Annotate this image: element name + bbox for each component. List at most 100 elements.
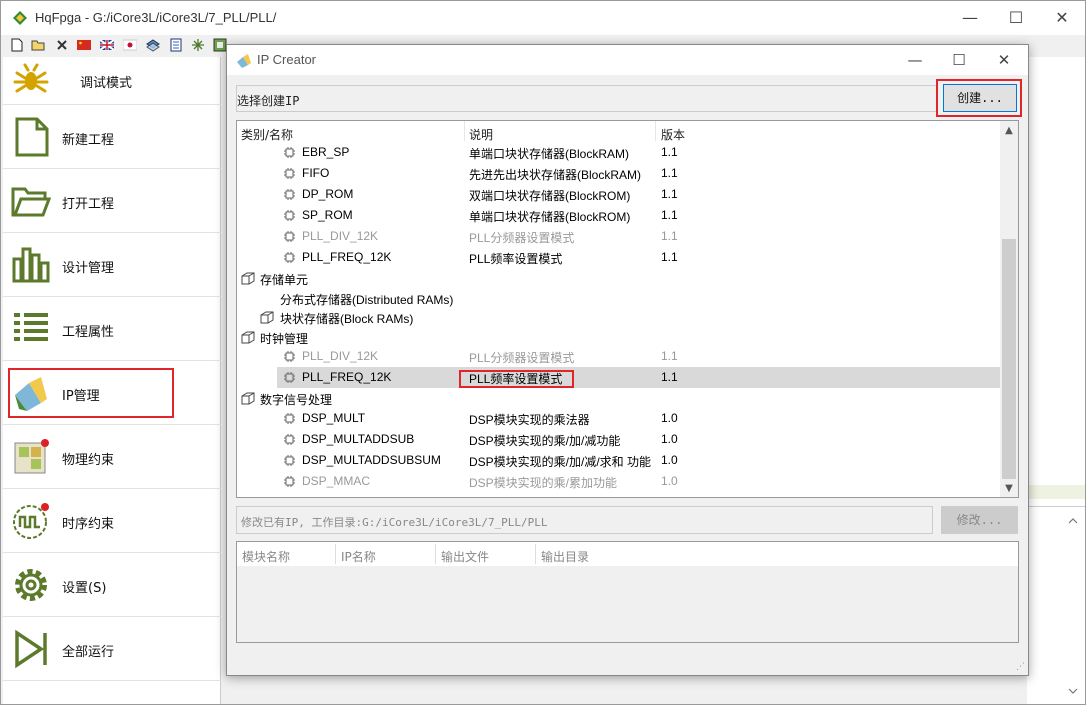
category-box-icon — [259, 310, 275, 325]
chip-icon — [283, 350, 296, 363]
minimize-button[interactable]: — — [947, 1, 993, 35]
scroll-thumb[interactable] — [1002, 239, 1016, 479]
ip-name: PLL_FREQ_12K — [302, 370, 392, 384]
ip-tree[interactable]: 类别/名称 说明 版本 EBR_SP 单端口块状存储器(BlockRAM) 1.1 F… — [236, 120, 1019, 498]
sidebar-item-label: 新建工程 — [62, 133, 115, 148]
ip-tree-category[interactable]: 时钟管理 — [237, 327, 1000, 346]
ip-version: 1.1 — [661, 229, 678, 243]
workspace-highlight-line — [1029, 485, 1085, 499]
column-header-module[interactable]: 模块名称 — [242, 548, 290, 565]
sidebar-item-label: 时序约束 — [62, 517, 115, 532]
ip-tree-row[interactable]: EBR_SP 单端口块状存储器(BlockRAM) 1.1 — [237, 142, 1000, 163]
sidebar-item-debug[interactable]: 调试模式 — [3, 57, 221, 105]
sidebar-item-timing-constraint[interactable]: 时序约束 — [3, 489, 221, 553]
document-icon[interactable] — [169, 38, 183, 52]
column-header-output-file[interactable]: 输出文件 — [441, 548, 489, 565]
chip-icon — [283, 454, 296, 467]
column-header-desc[interactable]: 说明 — [469, 126, 493, 143]
dialog-title: IP Creator — [257, 52, 317, 67]
debug-icon — [13, 63, 49, 93]
column-header-ip-name[interactable]: IP名称 — [341, 548, 376, 565]
window-title: HqFpga - G:/iCore3L/iCore3L/7_PLL/PLL/ — [35, 10, 277, 25]
ip-desc: DSP模块实现的乘/加/减功能 — [469, 433, 621, 448]
ip-name: SP_ROM — [302, 208, 353, 222]
ip-tree-category[interactable]: 存储单元 — [237, 268, 1000, 287]
ip-tree-row[interactable]: PLL_DIV_12K PLL分频器设置模式 1.1 — [237, 346, 1000, 367]
ip-tree-category[interactable]: 数字信号处理 — [237, 388, 1000, 407]
app-logo-icon — [13, 11, 27, 25]
sidebar-item-physical-constraint[interactable]: 物理约束 — [3, 425, 221, 489]
close-icon[interactable] — [55, 38, 69, 52]
column-separator — [435, 544, 436, 564]
category-box-icon — [240, 391, 256, 406]
ip-desc: 单端口块状存储器(BlockRAM) — [469, 147, 630, 161]
column-header-output-dir[interactable]: 输出目录 — [541, 548, 589, 565]
main-titlebar: HqFpga - G:/iCore3L/iCore3L/7_PLL/PLL/ —… — [1, 1, 1085, 35]
ip-tree-row[interactable]: DSP_MULT DSP模块实现的乘法器 1.0 — [237, 408, 1000, 429]
snowflake-icon[interactable] — [191, 38, 205, 52]
ip-tree-row[interactable]: PLL_FREQ_12K PLL频率设置模式 1.1 — [277, 367, 1000, 388]
flag-japan-icon[interactable] — [123, 38, 137, 52]
chip-icon — [283, 230, 296, 243]
ip-tree-row[interactable]: SP_ROM 单端口块状存储器(BlockROM) 1.1 — [237, 205, 1000, 226]
ip-name: FIFO — [302, 166, 330, 180]
chip-icon — [283, 412, 296, 425]
chip-icon[interactable] — [213, 38, 227, 52]
sidebar-item-design-manage[interactable]: 设计管理 — [3, 233, 221, 297]
dialog-titlebar: IP Creator — ☐ ✕ — [227, 45, 1028, 75]
toolbar — [1, 35, 231, 57]
ip-name: DSP_MULT — [302, 410, 366, 425]
sidebar-item-new-project[interactable]: 新建工程 — [3, 105, 221, 169]
ip-name: PLL_DIV_12K — [302, 349, 379, 363]
sidebar-item-open-project[interactable]: 打开工程 — [3, 169, 221, 233]
sidebar-item-label: 全部运行 — [62, 645, 115, 660]
create-button-highlight — [936, 79, 1022, 117]
dialog-maximize-button[interactable]: ☐ — [936, 45, 982, 75]
ip-desc: PLL分频器设置模式 — [469, 351, 575, 365]
chip-icon — [283, 188, 296, 201]
run-all-icon — [15, 629, 47, 669]
chip-icon — [283, 251, 296, 264]
new-project-icon — [15, 117, 49, 157]
subcategory-title: 块状存储器(Block RAMs) — [280, 312, 414, 326]
scroll-up-icon[interactable]: ▲ — [1000, 123, 1018, 139]
open-folder-icon[interactable] — [31, 38, 45, 52]
new-file-icon[interactable] — [10, 38, 24, 52]
category-box-icon — [240, 330, 256, 345]
dialog-minimize-button[interactable]: — — [892, 45, 938, 75]
resize-grip-icon[interactable]: ⋰ — [1016, 662, 1025, 672]
ip-tree-row[interactable]: DSP_MMAC DSP模块实现的乘/累加功能 1.0 — [237, 471, 1000, 492]
layers-icon[interactable] — [146, 38, 160, 52]
workspace-scrollbar[interactable] — [1063, 511, 1083, 701]
ip-tree-row[interactable]: DSP_MULTADDSUBSUM DSP模块实现的乘/加/减/求和 功能 1.0 — [237, 450, 1000, 471]
tree-scrollbar[interactable]: ▲ ▼ — [1000, 121, 1018, 497]
ip-tree-subcategory[interactable]: 块状存储器(Block RAMs) — [237, 307, 1000, 326]
category-title: 数字信号处理 — [260, 393, 333, 407]
ip-tree-row[interactable]: DSP_MULTADDSUB DSP模块实现的乘/加/减功能 1.0 — [237, 429, 1000, 450]
column-header-version[interactable]: 版本 — [661, 126, 685, 143]
ip-tree-subcategory[interactable]: 分布式存储器(Distributed RAMs) — [237, 288, 1000, 307]
close-button[interactable]: ✕ — [1039, 1, 1085, 35]
column-header-name[interactable]: 类别/名称 — [241, 126, 293, 143]
ip-version: 1.0 — [661, 473, 678, 488]
category-title: 时钟管理 — [260, 331, 309, 346]
sidebar-item-run-all[interactable]: 全部运行 — [3, 617, 221, 681]
ip-tree-row[interactable]: DP_ROM 双端口块状存储器(BlockROM) 1.1 — [237, 184, 1000, 205]
dialog-close-button[interactable]: ✕ — [981, 45, 1027, 75]
flag-china-icon[interactable] — [77, 38, 91, 52]
modify-button[interactable]: 修改... — [941, 506, 1018, 534]
flag-uk-icon[interactable] — [100, 38, 114, 52]
column-separator — [535, 544, 536, 564]
ip-creator-icon — [237, 54, 251, 68]
sidebar-item-label: 设计管理 — [62, 261, 115, 276]
existing-ip-table[interactable]: 模块名称 IP名称 输出文件 输出目录 — [236, 541, 1019, 643]
ip-name: PLL_FREQ_12K — [302, 250, 392, 264]
ip-tree-row[interactable]: FIFO 先进先出块状存储器(BlockRAM) 1.1 — [237, 163, 1000, 184]
ip-tree-row[interactable]: PLL_DIV_12K PLL分频器设置模式 1.1 — [237, 226, 1000, 247]
ip-tree-row[interactable]: PLL_FREQ_12K PLL频率设置模式 1.1 — [237, 247, 1000, 268]
sidebar-item-settings[interactable]: 设置(S) — [3, 553, 221, 617]
scroll-down-icon[interactable]: ▼ — [1000, 481, 1018, 497]
maximize-button[interactable]: ☐ — [993, 1, 1039, 35]
sidebar-item-project-properties[interactable]: 工程属性 — [3, 297, 221, 361]
sidebar-item-label: 物理约束 — [62, 453, 115, 468]
